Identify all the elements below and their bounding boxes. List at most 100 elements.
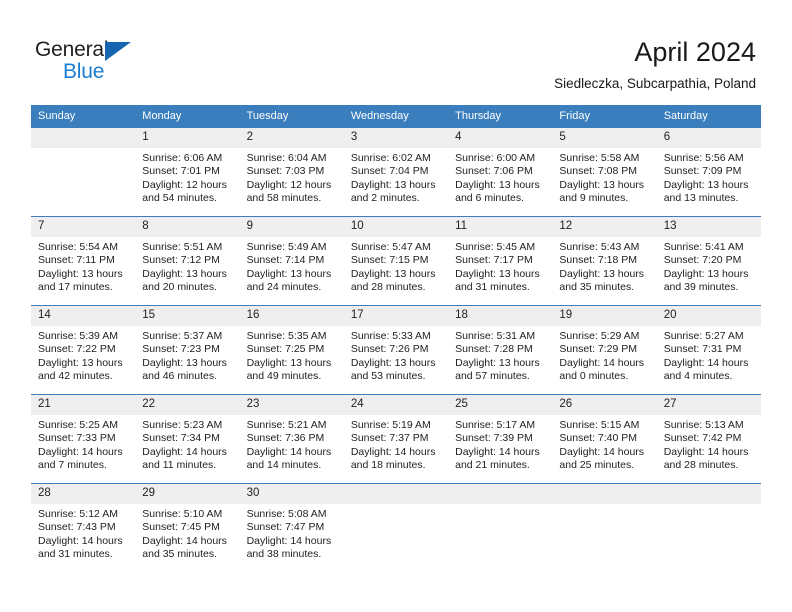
calendar-day-cell[interactable]: 8 Sunrise: 5:51 AM Sunset: 7:12 PM Daylight… <box>135 216 240 306</box>
daylight-duration-line2: and 46 minutes. <box>142 370 217 383</box>
day-number: 19 <box>552 306 657 326</box>
day-details: Sunrise: 5:10 AM Sunset: 7:45 PM Daylight:… <box>135 504 239 572</box>
daylight-duration-line1: Daylight: 13 hours <box>559 178 645 191</box>
sunset-time: Sunset: 7:12 PM <box>142 254 220 267</box>
day-number: 27 <box>656 395 761 415</box>
calendar-day-cell[interactable]: 10 Sunrise: 5:47 AM Sunset: 7:15 PM Dayligh… <box>343 216 449 306</box>
calendar-cell-empty <box>656 483 761 572</box>
daylight-duration-line2: and 28 minutes. <box>350 281 426 294</box>
sunset-time: Sunset: 7:09 PM <box>663 165 742 178</box>
calendar-day-cell[interactable]: 21 Sunrise: 5:25 AM Sunset: 7:33 PM Dayligh… <box>31 394 136 484</box>
calendar-day-cell[interactable]: 4 Sunrise: 6:00 AM Sunset: 7:06 PM Daylight… <box>448 127 553 217</box>
daylight-duration-line2: and 58 minutes. <box>246 192 322 205</box>
weekday-header-monday: Monday <box>135 105 240 128</box>
day-details <box>552 504 656 572</box>
sunrise-time: Sunrise: 5:19 AM <box>350 419 431 431</box>
generalblue-logo[interactable]: General Blue <box>35 38 205 84</box>
sunrise-time: Sunrise: 5:31 AM <box>455 330 536 342</box>
day-number: 10 <box>343 217 449 237</box>
daylight-duration-line1: Daylight: 13 hours <box>663 267 749 280</box>
calendar-day-cell[interactable]: 20 Sunrise: 5:27 AM Sunset: 7:31 PM Dayligh… <box>656 305 761 395</box>
day-details: Sunrise: 5:37 AM Sunset: 7:23 PM Daylight:… <box>135 326 239 394</box>
weekday-header-wednesday: Wednesday <box>343 105 449 128</box>
day-details: Sunrise: 5:54 AM Sunset: 7:11 PM Daylight:… <box>31 237 135 305</box>
day-number: 7 <box>31 217 136 237</box>
calendar-day-cell[interactable]: 11 Sunrise: 5:45 AM Sunset: 7:17 PM Dayligh… <box>448 216 553 306</box>
sunset-time: Sunset: 7:43 PM <box>38 521 116 534</box>
day-number: 30 <box>239 484 344 504</box>
daylight-duration-line2: and 7 minutes. <box>38 459 107 472</box>
calendar-day-cell[interactable]: 23 Sunrise: 5:21 AM Sunset: 7:36 PM Dayligh… <box>239 394 344 484</box>
sunset-time: Sunset: 7:40 PM <box>559 432 638 445</box>
calendar-day-cell[interactable]: 25 Sunrise: 5:17 AM Sunset: 7:39 PM Dayligh… <box>448 394 553 484</box>
day-details: Sunrise: 5:08 AM Sunset: 7:47 PM Daylight:… <box>240 504 344 572</box>
daylight-duration-line2: and 39 minutes. <box>663 281 739 294</box>
calendar-cell-empty <box>31 127 136 217</box>
day-details: Sunrise: 5:43 AM Sunset: 7:18 PM Daylight:… <box>552 237 656 305</box>
calendar-day-cell[interactable]: 24 Sunrise: 5:19 AM Sunset: 7:37 PM Dayligh… <box>343 394 449 484</box>
daylight-duration-line1: Daylight: 13 hours <box>455 267 540 280</box>
calendar-day-cell[interactable]: 5 Sunrise: 5:58 AM Sunset: 7:08 PM Daylight… <box>552 127 657 217</box>
calendar-day-cell[interactable]: 16 Sunrise: 5:35 AM Sunset: 7:25 PM Dayligh… <box>239 305 344 395</box>
calendar-day-cell[interactable]: 14 Sunrise: 5:39 AM Sunset: 7:22 PM Dayligh… <box>31 305 136 395</box>
sunrise-time: Sunrise: 5:41 AM <box>663 241 744 253</box>
daylight-duration-line1: Daylight: 12 hours <box>246 178 332 191</box>
day-details <box>657 504 761 572</box>
sunset-time: Sunset: 7:42 PM <box>663 432 742 445</box>
calendar-day-cell[interactable]: 9 Sunrise: 5:49 AM Sunset: 7:14 PM Daylight… <box>239 216 344 306</box>
sunrise-time: Sunrise: 5:47 AM <box>350 241 431 253</box>
calendar-day-cell[interactable]: 28 Sunrise: 5:12 AM Sunset: 7:43 PM Dayligh… <box>31 483 136 572</box>
calendar-day-cell[interactable]: 6 Sunrise: 5:56 AM Sunset: 7:09 PM Daylight… <box>656 127 761 217</box>
calendar-day-cell[interactable]: 26 Sunrise: 5:15 AM Sunset: 7:40 PM Dayligh… <box>552 394 657 484</box>
sunset-time: Sunset: 7:28 PM <box>455 343 533 356</box>
daylight-duration-line2: and 49 minutes. <box>246 370 322 383</box>
sunset-time: Sunset: 7:04 PM <box>350 165 429 178</box>
day-number: 14 <box>31 306 136 326</box>
daylight-duration-line1: Daylight: 13 hours <box>455 356 540 369</box>
calendar-day-cell[interactable]: 1 Sunrise: 6:06 AM Sunset: 7:01 PM Daylight… <box>135 127 240 217</box>
daylight-duration-line1: Daylight: 14 hours <box>38 445 123 458</box>
calendar-day-cell[interactable]: 17 Sunrise: 5:33 AM Sunset: 7:26 PM Dayligh… <box>343 305 449 395</box>
day-number: 11 <box>448 217 553 237</box>
calendar-day-cell[interactable]: 29 Sunrise: 5:10 AM Sunset: 7:45 PM Dayligh… <box>135 483 240 572</box>
calendar-day-cell[interactable]: 12 Sunrise: 5:43 AM Sunset: 7:18 PM Dayligh… <box>552 216 657 306</box>
calendar-week-row: 7 Sunrise: 5:54 AM Sunset: 7:11 PM Daylight… <box>31 216 761 306</box>
calendar-day-cell[interactable]: 2 Sunrise: 6:04 AM Sunset: 7:03 PM Daylight… <box>239 127 344 217</box>
sunset-time: Sunset: 7:26 PM <box>350 343 429 356</box>
sunrise-time: Sunrise: 5:33 AM <box>350 330 431 342</box>
calendar-day-cell[interactable]: 27 Sunrise: 5:13 AM Sunset: 7:42 PM Dayligh… <box>656 394 761 484</box>
daylight-duration-line1: Daylight: 14 hours <box>142 534 227 547</box>
day-number: 25 <box>448 395 553 415</box>
calendar-day-cell[interactable]: 18 Sunrise: 5:31 AM Sunset: 7:28 PM Dayligh… <box>448 305 553 395</box>
calendar-day-cell[interactable]: 3 Sunrise: 6:02 AM Sunset: 7:04 PM Daylight… <box>343 127 449 217</box>
sunrise-time: Sunrise: 5:51 AM <box>142 241 223 253</box>
day-details: Sunrise: 5:35 AM Sunset: 7:25 PM Daylight:… <box>240 326 344 394</box>
sunrise-time: Sunrise: 5:35 AM <box>246 330 327 342</box>
day-details: Sunrise: 5:45 AM Sunset: 7:17 PM Daylight:… <box>448 237 552 305</box>
daylight-duration-line1: Daylight: 13 hours <box>350 178 436 191</box>
calendar-day-cell[interactable]: 19 Sunrise: 5:29 AM Sunset: 7:29 PM Dayligh… <box>552 305 657 395</box>
calendar-day-cell[interactable]: 15 Sunrise: 5:37 AM Sunset: 7:23 PM Dayligh… <box>135 305 240 395</box>
day-number: 17 <box>343 306 449 326</box>
calendar-day-cell[interactable]: 13 Sunrise: 5:41 AM Sunset: 7:20 PM Dayligh… <box>656 216 761 306</box>
daylight-duration-line2: and 20 minutes. <box>142 281 217 294</box>
logo-text-general: General <box>35 38 109 61</box>
weekday-header-saturday: Saturday <box>656 105 761 128</box>
day-number <box>343 484 449 504</box>
day-details: Sunrise: 5:12 AM Sunset: 7:43 PM Daylight:… <box>31 504 135 572</box>
sunset-time: Sunset: 7:03 PM <box>246 165 325 178</box>
day-details: Sunrise: 5:21 AM Sunset: 7:36 PM Daylight:… <box>240 415 344 483</box>
daylight-duration-line2: and 2 minutes. <box>350 192 420 205</box>
daylight-duration-line2: and 17 minutes. <box>38 281 113 294</box>
calendar-day-cell[interactable]: 7 Sunrise: 5:54 AM Sunset: 7:11 PM Daylight… <box>31 216 136 306</box>
sunset-time: Sunset: 7:31 PM <box>663 343 742 356</box>
daylight-duration-line2: and 25 minutes. <box>559 459 635 472</box>
day-number: 13 <box>656 217 761 237</box>
daylight-duration-line1: Daylight: 13 hours <box>663 178 749 191</box>
calendar-day-cell[interactable]: 22 Sunrise: 5:23 AM Sunset: 7:34 PM Dayligh… <box>135 394 240 484</box>
day-number: 4 <box>448 128 553 148</box>
daylight-duration-line2: and 35 minutes. <box>559 281 635 294</box>
daylight-duration-line2: and 54 minutes. <box>142 192 217 205</box>
calendar-day-cell[interactable]: 30 Sunrise: 5:08 AM Sunset: 7:47 PM Dayligh… <box>239 483 344 572</box>
weekday-header-sunday: Sunday <box>31 105 136 128</box>
